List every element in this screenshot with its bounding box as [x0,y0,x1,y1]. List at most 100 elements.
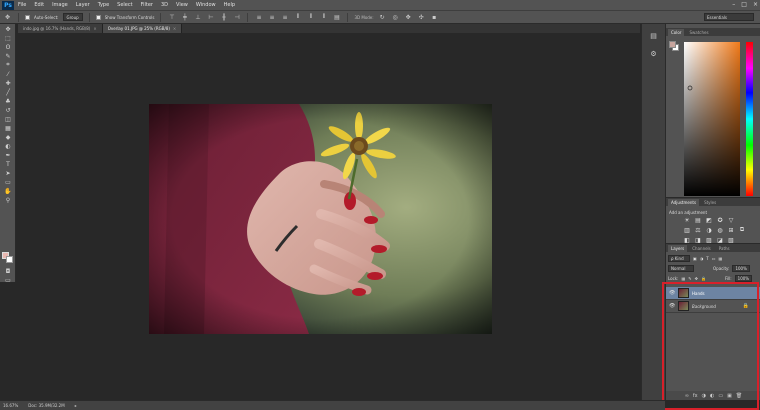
stamp-tool-icon[interactable]: ♣ [2,97,14,105]
auto-select-checkbox[interactable] [25,14,30,20]
eyedropper-tool-icon[interactable]: ⁄ [2,70,14,78]
marquee-tool-icon[interactable]: ⬚ [2,34,14,42]
adjustment-layer-icon[interactable]: ◐ [710,393,714,399]
dodge-tool-icon[interactable]: ◐ [2,142,14,150]
exposure-icon[interactable]: ✪ [716,216,724,224]
new-layer-icon[interactable]: ▣ [727,393,732,399]
show-transform-checkbox[interactable] [95,14,101,20]
minimize-icon[interactable]: – [732,1,735,8]
3d-scale-icon[interactable]: ▪ [430,13,439,21]
close-icon[interactable]: × [753,1,758,8]
layer-filter-dropdown[interactable]: ρ Kind [668,255,690,262]
auto-align-icon[interactable]: ▤ [332,13,341,21]
distribute-center-icon[interactable]: ⦀ [306,13,315,21]
tab-adjustments[interactable]: Adjustments [668,199,700,206]
align-middle-icon[interactable]: ╪ [180,13,189,21]
channel-mixer-icon[interactable]: ⊞ [727,226,735,234]
brightness-contrast-icon[interactable]: ☀ [683,216,691,224]
lock-transparent-icon[interactable]: ▦ [681,276,685,281]
properties-icon[interactable]: ⚙ [648,50,660,60]
workspace-dropdown[interactable]: Essentials [704,13,754,21]
black-white-icon[interactable]: ◑ [705,226,713,234]
close-icon[interactable]: × [93,26,96,31]
document-image[interactable] [149,104,492,334]
move-tool-icon[interactable]: ✥ [2,25,14,33]
color-lookup-icon[interactable]: ⧉ [738,226,746,234]
auto-select-dropdown[interactable]: Group [62,13,83,21]
tab-overlay[interactable]: Overlay 01.JPG @ 25% (RGB/8) × [102,24,183,33]
brush-tool-icon[interactable]: ╱ [2,88,14,96]
menu-window[interactable]: Window [192,2,220,8]
tab-indo[interactable]: indo.jpg @ 16.7% (Hands, RGB/8) × [18,24,103,33]
menu-edit[interactable]: Edit [30,2,48,8]
screen-mode-icon[interactable]: ▭ [2,276,14,284]
layer-mask-icon[interactable]: ◑ [702,393,706,399]
curves-icon[interactable]: ◩ [705,216,713,224]
menu-3d[interactable]: 3D [157,2,172,8]
color-balance-icon[interactable]: ⚖ [694,226,702,234]
vibrance-icon[interactable]: ▽ [727,216,735,224]
distribute-top-icon[interactable]: ≡ [254,13,263,21]
gradient-tool-icon[interactable]: ▦ [2,124,14,132]
filter-adjustment-icon[interactable]: ◑ [700,256,704,261]
color-picker-field[interactable] [684,42,740,196]
menu-file[interactable]: File [14,2,30,8]
align-top-icon[interactable]: ⊤ [167,13,176,21]
menu-help[interactable]: Help [220,2,239,8]
foreground-color-swatch[interactable] [669,41,676,48]
blur-tool-icon[interactable]: ◆ [2,133,14,141]
photo-filter-icon[interactable]: ◍ [716,226,724,234]
heal-tool-icon[interactable]: ✚ [2,79,14,87]
tab-swatches[interactable]: Swatches [686,29,711,36]
opacity-field[interactable]: 100% [732,265,750,272]
tab-styles[interactable]: Styles [701,199,719,206]
tab-color[interactable]: Color [668,29,685,36]
lock-image-icon[interactable]: ✎ [688,276,691,281]
zoom-level[interactable]: 16.67% [3,403,18,408]
hand-tool-icon[interactable]: ✋ [2,187,14,195]
levels-icon[interactable]: ▤ [694,216,702,224]
crop-tool-icon[interactable]: ⌗ [2,61,14,69]
background-color-swatch[interactable] [6,256,13,263]
eraser-tool-icon[interactable]: ◫ [2,115,14,123]
align-left-icon[interactable]: ⊢ [206,13,215,21]
lasso-tool-icon[interactable]: ʘ [2,43,14,51]
3d-rotate-icon[interactable]: ↻ [378,13,387,21]
filter-pixel-icon[interactable]: ▣ [693,256,697,261]
path-select-tool-icon[interactable]: ➤ [2,169,14,177]
distribute-right-icon[interactable]: ⦀ [319,13,328,21]
menu-view[interactable]: View [172,2,192,8]
layer-row-hands[interactable]: 👁 Hands [666,287,760,300]
maximize-icon[interactable]: □ [741,1,747,8]
quick-select-tool-icon[interactable]: ✎ [2,52,14,60]
hue-slider[interactable] [746,42,753,196]
visibility-eye-icon[interactable]: 👁 [669,303,675,309]
link-layers-icon[interactable]: ∞ [685,393,689,399]
tab-channels[interactable]: Channels [689,245,714,252]
close-icon[interactable]: × [173,26,176,31]
quick-mask-icon[interactable]: ◘ [2,267,14,275]
align-center-icon[interactable]: ╫ [219,13,228,21]
3d-roll-icon[interactable]: ◎ [391,13,400,21]
filter-shape-icon[interactable]: ▭ [712,256,716,261]
layer-style-icon[interactable]: fx [693,393,698,399]
new-group-icon[interactable]: ▭ [718,393,723,399]
layer-row-background[interactable]: 👁 Background 🔒 [666,300,760,313]
pen-tool-icon[interactable]: ✒ [2,151,14,159]
layer-name[interactable]: Background [692,304,716,309]
distribute-middle-icon[interactable]: ≡ [267,13,276,21]
tab-paths[interactable]: Paths [716,245,733,252]
tab-layers[interactable]: Layers [668,245,688,252]
status-arrow-icon[interactable]: ▸ [75,403,77,408]
menu-image[interactable]: Image [48,2,72,8]
fill-field[interactable]: 100% [734,275,753,282]
layer-name[interactable]: Hands [692,291,705,296]
lock-all-icon[interactable]: 🔒 [701,276,706,281]
menu-type[interactable]: Type [94,2,113,8]
align-right-icon[interactable]: ⊣ [232,13,241,21]
move-tool-preset-icon[interactable]: ✥ [3,13,12,21]
3d-drag-icon[interactable]: ✥ [404,13,413,21]
filter-type-icon[interactable]: T [706,256,708,261]
menu-layer[interactable]: Layer [72,2,94,8]
history-icon[interactable]: ▤ [648,32,660,42]
